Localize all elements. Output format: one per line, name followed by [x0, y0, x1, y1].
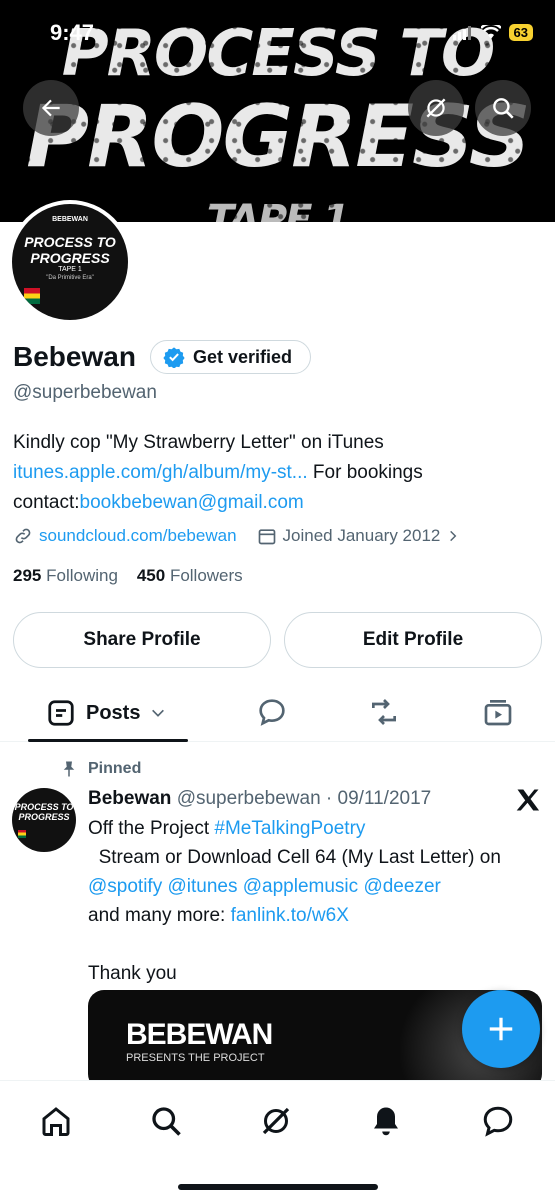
pin-icon — [63, 761, 75, 777]
home-icon[interactable] — [38, 1103, 74, 1139]
ghana-flag — [24, 288, 40, 304]
joined-date[interactable]: Joined January 2012 — [257, 526, 461, 546]
get-verified-button[interactable]: Get verified — [149, 340, 311, 374]
calendar-icon — [258, 529, 275, 545]
tab-posts[interactable]: Posts — [46, 698, 166, 728]
mention-applemusic[interactable]: @applemusic — [243, 876, 358, 897]
post-text-3: and many more: — [88, 905, 226, 926]
avatar-small-text: BEBEWAN — [52, 216, 88, 223]
avatar-subtitle: "Da Primitive Era" — [46, 275, 94, 281]
post-body: Off the Project #MeTalkingPoetry Stream … — [88, 814, 528, 988]
notifications-icon[interactable] — [368, 1103, 404, 1139]
bio-email-link[interactable]: bookbebewan@gmail.com — [80, 492, 304, 513]
following-label: Following — [46, 566, 118, 585]
post-avatar[interactable]: PROCESS TO PROGRESS — [12, 788, 76, 852]
profile-tabs: Posts — [0, 680, 555, 742]
grok-nav-icon[interactable] — [258, 1103, 294, 1139]
followers-count: 450 — [136, 566, 166, 585]
post-header: Bebewan @superbebewan · 09/11/2017 — [88, 788, 431, 810]
reply-icon[interactable] — [256, 696, 288, 728]
verified-badge-icon — [163, 347, 185, 368]
plus-icon — [489, 1017, 513, 1041]
fanlink-link[interactable]: fanlink.to/w6X — [231, 905, 349, 926]
search-icon — [493, 98, 514, 119]
chevron-down-icon — [152, 709, 165, 717]
media-subtitle: PRESENTS THE PROJECT — [126, 1052, 265, 1064]
website-link[interactable]: soundcloud.com/bebewan — [39, 526, 237, 546]
pinned-label: Pinned — [88, 760, 142, 777]
avatar-tape: TAPE 1 — [58, 266, 82, 273]
bottom-nav — [0, 1080, 555, 1200]
chevron-right-icon — [450, 530, 457, 542]
name-row: Bebewan Get verified — [13, 340, 311, 374]
media-icon[interactable] — [482, 696, 514, 728]
posts-icon — [48, 700, 74, 726]
post-handle-date[interactable]: @superbebewan · 09/11/2017 — [177, 788, 432, 809]
edit-profile-button[interactable]: Edit Profile — [284, 612, 542, 668]
grok-icon — [426, 98, 446, 118]
wifi-icon — [480, 25, 501, 39]
post-text-2: Stream or Download Cell 64 (My Last Lett… — [98, 847, 501, 868]
profile-name: Bebewan — [13, 341, 136, 372]
avatar-image: BEBEWAN PROCESS TO PROGRESS TAPE 1 "Da P… — [12, 204, 128, 320]
bio-itunes-link[interactable]: itunes.apple.com/gh/album/my-st... — [13, 462, 308, 483]
tab-posts-label: Posts — [86, 701, 141, 724]
x-logo-icon — [516, 789, 540, 811]
status-bar: 9:47 63 — [0, 0, 555, 64]
signal-icon — [452, 25, 471, 40]
profile-handle: @superbebewan — [13, 382, 157, 403]
battery-indicator: 63 — [508, 24, 533, 41]
home-indicator — [178, 1184, 378, 1190]
mention-deezer[interactable]: @deezer — [363, 876, 440, 897]
mention-spotify[interactable]: @spotify — [88, 876, 162, 897]
following-link[interactable]: 295 Following — [13, 566, 118, 585]
profile-bio: Kindly cop "My Strawberry Letter" on iTu… — [13, 428, 543, 518]
avatar-title: PROCESS TO PROGRESS — [24, 234, 116, 266]
compose-button[interactable] — [462, 990, 540, 1068]
follow-stats: 295 Following 450 Followers — [13, 566, 243, 586]
search-nav-icon[interactable] — [148, 1103, 184, 1139]
followers-label: Followers — [169, 566, 243, 585]
active-tab-indicator — [28, 739, 188, 742]
share-profile-button[interactable]: Share Profile — [13, 612, 271, 668]
media-title: BEBEWAN — [126, 1018, 273, 1051]
bio-text: Kindly cop "My Strawberry Letter" on iTu… — [13, 432, 384, 453]
repost-icon[interactable] — [368, 696, 400, 728]
pinned-indicator: Pinned — [60, 760, 141, 778]
mention-itunes[interactable]: @itunes — [167, 876, 237, 897]
banner-title-line2: PROGRESS — [26, 87, 531, 187]
post-text-4: Thank you — [88, 963, 177, 984]
post-avatar-flag — [18, 830, 26, 838]
joined-label: Joined January 2012 — [282, 526, 441, 545]
back-arrow-icon — [41, 99, 60, 117]
followers-link[interactable]: 450 Followers — [137, 566, 243, 585]
profile-meta: soundcloud.com/bebewan Joined January 20… — [13, 526, 460, 546]
post-author-name[interactable]: Bebewan — [88, 788, 171, 809]
post-avatar-title: PROCESS TO PROGRESS — [14, 802, 74, 822]
grok-button[interactable] — [408, 80, 464, 136]
following-count: 295 — [13, 566, 42, 585]
status-icons: 63 — [452, 24, 533, 41]
back-button[interactable] — [23, 80, 79, 136]
messages-icon[interactable] — [480, 1103, 516, 1139]
hashtag-link[interactable]: #MeTalkingPoetry — [214, 818, 365, 839]
profile-avatar[interactable]: BEBEWAN PROCESS TO PROGRESS TAPE 1 "Da P… — [8, 200, 132, 324]
link-icon — [15, 528, 31, 544]
post-text-1: Off the Project — [88, 818, 215, 839]
get-verified-label: Get verified — [192, 346, 292, 367]
profile-actions: Share Profile Edit Profile — [13, 612, 542, 668]
search-button[interactable] — [475, 80, 531, 136]
status-time: 9:47 — [50, 20, 95, 45]
